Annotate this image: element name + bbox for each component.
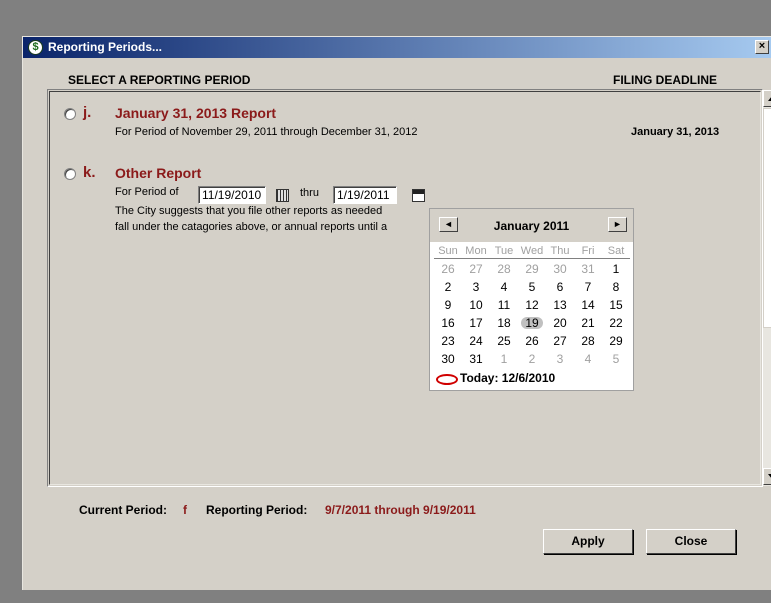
option-k-title[interactable]: Other Report — [115, 165, 201, 181]
period-list-inner — [49, 91, 761, 485]
calendar-day[interactable]: 23 — [434, 334, 462, 348]
calendar-day[interactable]: 27 — [462, 262, 490, 276]
calendar-day[interactable]: 18 — [490, 316, 518, 330]
dollar-icon: $ — [28, 40, 43, 55]
calendar-day[interactable]: 5 — [518, 280, 546, 294]
calendar-day[interactable]: 17 — [462, 316, 490, 330]
reporting-periods-dialog: $ Reporting Periods... × SELECT A REPORT… — [22, 36, 771, 590]
option-k-desc-line2: fall under the catagories above, or annu… — [115, 221, 388, 233]
filing-deadline-header: FILING DEADLINE — [613, 73, 717, 87]
calendar-day[interactable]: 21 — [574, 316, 602, 330]
calendar-day[interactable]: 31 — [462, 352, 490, 366]
day-of-week-row: Sun Mon Tue Wed Thu Fri Sat — [434, 245, 630, 259]
calendar-day[interactable]: 15 — [602, 298, 630, 312]
close-window-button[interactable]: × — [755, 40, 769, 54]
option-j-letter: j. — [83, 104, 92, 121]
from-date-field[interactable]: 11/19/2010 — [198, 186, 266, 204]
calendar-day[interactable]: 24 — [462, 334, 490, 348]
today-link[interactable]: Today: 12/6/2010 — [460, 371, 555, 385]
period-of-label: For Period of — [115, 186, 179, 198]
calendar-day[interactable]: 3 — [462, 280, 490, 294]
calendar-month: January 2011 — [493, 219, 570, 233]
window-title: Reporting Periods... — [48, 40, 163, 54]
scroll-up-button[interactable] — [763, 90, 771, 107]
calendar-header: ◄ January 2011 ► — [430, 209, 633, 242]
title-bar: $ Reporting Periods... × — [23, 37, 771, 58]
calendar-day[interactable]: 2 — [434, 280, 462, 294]
option-k-letter: k. — [83, 164, 96, 181]
calendar-day[interactable]: 25 — [490, 334, 518, 348]
to-date-field[interactable]: 1/19/2011 — [333, 186, 397, 204]
calendar-day[interactable]: 3 — [546, 352, 574, 366]
calendar-day[interactable]: 28 — [574, 334, 602, 348]
calendar-day[interactable]: 28 — [490, 262, 518, 276]
calendar-day[interactable]: 11 — [490, 298, 518, 312]
calendar-day[interactable]: 26 — [434, 262, 462, 276]
scroll-down-button[interactable] — [763, 468, 771, 485]
calendar-day[interactable]: 5 — [602, 352, 630, 366]
from-calendar-icon[interactable] — [276, 189, 289, 202]
option-j-title[interactable]: January 31, 2013 Report — [115, 105, 276, 121]
calendar-day[interactable]: 4 — [574, 352, 602, 366]
to-calendar-icon[interactable] — [412, 189, 425, 202]
calendar-day[interactable]: 8 — [602, 280, 630, 294]
dow-wed: Wed — [520, 245, 544, 257]
vertical-scrollbar[interactable] — [763, 90, 771, 486]
calendar-day[interactable]: 29 — [602, 334, 630, 348]
dow-thu: Thu — [550, 245, 570, 257]
calendar-day[interactable]: 22 — [602, 316, 630, 330]
calendar-day[interactable]: 27 — [546, 334, 574, 348]
calendar-day[interactable]: 29 — [518, 262, 546, 276]
option-j-deadline: January 31, 2013 — [631, 126, 720, 138]
calendar-day[interactable]: 14 — [574, 298, 602, 312]
next-month-button[interactable]: ► — [608, 217, 627, 232]
reporting-period-value: 9/7/2011 through 9/19/2011 — [325, 503, 476, 517]
apply-button[interactable]: Apply — [543, 529, 633, 554]
calendar-day[interactable]: 13 — [546, 298, 574, 312]
today-circle-icon — [436, 374, 458, 385]
radio-option-k[interactable] — [64, 168, 76, 180]
radio-option-j[interactable] — [64, 108, 76, 120]
calendar-day[interactable]: 16 — [434, 316, 462, 330]
thru-label: thru — [300, 187, 319, 199]
dow-sat: Sat — [607, 245, 625, 257]
calendar-day[interactable]: 1 — [602, 262, 630, 276]
option-j-description: For Period of November 29, 2011 through … — [115, 126, 418, 138]
calendar-day[interactable]: 7 — [574, 280, 602, 294]
close-button[interactable]: Close — [646, 529, 736, 554]
calendar-day[interactable]: 26 — [518, 334, 546, 348]
option-k-desc-line1: The City suggests that you file other re… — [115, 205, 383, 217]
calendar-day[interactable]: 10 — [462, 298, 490, 312]
calendar-day[interactable]: 19 — [518, 316, 546, 330]
dow-sun: Sun — [438, 245, 458, 257]
dow-tue: Tue — [494, 245, 514, 257]
calendar-day[interactable]: 30 — [434, 352, 462, 366]
calendar-day[interactable]: 9 — [434, 298, 462, 312]
calendar-day[interactable]: 6 — [546, 280, 574, 294]
calendar-day[interactable]: 31 — [574, 262, 602, 276]
calendar-day[interactable]: 30 — [546, 262, 574, 276]
dow-mon: Mon — [465, 245, 487, 257]
select-period-header: SELECT A REPORTING PERIOD — [68, 73, 251, 87]
calendar-popup: ◄ January 2011 ► Sun Mon Tue Wed Thu Fri… — [429, 208, 634, 391]
scroll-thumb[interactable] — [763, 108, 771, 328]
reporting-period-label: Reporting Period: — [206, 503, 308, 517]
calendar-day[interactable]: 12 — [518, 298, 546, 312]
calendar-day[interactable]: 1 — [490, 352, 518, 366]
current-period-value: f — [183, 503, 187, 517]
calendar-day[interactable]: 20 — [546, 316, 574, 330]
calendar-day[interactable]: 2 — [518, 352, 546, 366]
dow-fri: Fri — [581, 245, 595, 257]
current-period-label: Current Period: — [79, 503, 168, 517]
period-list: j. January 31, 2013 Report For Period of… — [47, 89, 771, 487]
calendar-day[interactable]: 4 — [490, 280, 518, 294]
